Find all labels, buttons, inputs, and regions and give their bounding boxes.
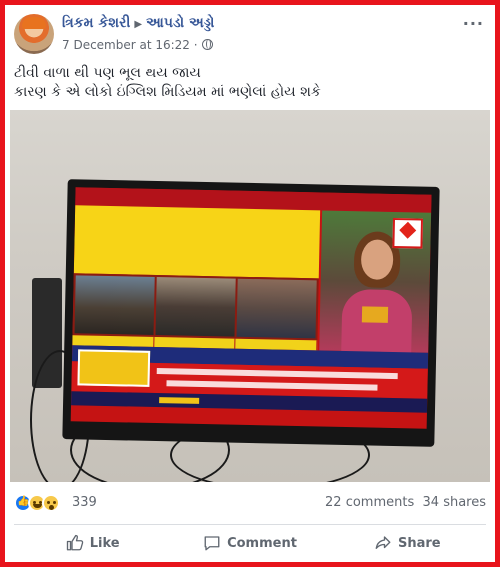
shares-count[interactable]: 34 shares	[423, 495, 486, 510]
share-button[interactable]: Share	[329, 528, 486, 558]
post-text-line-2: કારણ કે એ લોકો ઇંગ્લિશ મિડિયમ માં ભણેલાં…	[14, 84, 321, 100]
post-photo[interactable]	[10, 110, 490, 482]
author-link[interactable]: ત્રિકમ કેશરી	[62, 15, 130, 31]
thumbs-up-icon	[66, 534, 83, 551]
tv	[62, 179, 440, 447]
promo-box	[77, 349, 151, 387]
like-button[interactable]: Like	[14, 528, 171, 558]
action-bar: Like Comment Share	[14, 528, 486, 558]
arrow-right-icon: ▶	[134, 19, 143, 30]
globe-icon	[201, 39, 213, 50]
wow-reaction-icon[interactable]	[42, 494, 60, 512]
tv-headline	[73, 205, 321, 279]
engagement-counts: 22 comments 34 shares	[325, 495, 486, 510]
post-text: ટીવી વાળા થી પણ ભૂલ થય જાય કારણ કે એ લોક…	[14, 64, 321, 102]
timestamp-link[interactable]: 7 December at 16:22	[62, 38, 190, 52]
tv-thumbnails	[72, 273, 319, 341]
divider	[14, 524, 486, 525]
share-icon	[375, 536, 391, 549]
group-link[interactable]: આપડો અડ્ડો	[146, 15, 214, 31]
post-title: ત્રિકમ કેશરી ▶ આપડો અડ્ડો	[62, 15, 214, 31]
more-dots-icon[interactable]: ···	[463, 14, 484, 33]
comment-button[interactable]: Comment	[171, 528, 328, 558]
share-label: Share	[398, 535, 441, 551]
reporter-image	[319, 210, 432, 361]
channel-logo	[392, 217, 424, 249]
avatar[interactable]	[14, 14, 54, 54]
post-text-line-1: ટીવી વાળા થી પણ ભૂલ થય જાય	[14, 65, 201, 81]
tv-screen	[70, 187, 432, 429]
reaction-count[interactable]: 339	[72, 495, 97, 510]
reactions-bar: 339 22 comments 34 shares	[14, 490, 486, 516]
comment-icon	[204, 536, 220, 551]
comments-count[interactable]: 22 comments	[325, 495, 414, 510]
like-label: Like	[89, 535, 120, 551]
post-header: ત્રિકમ કેશરી ▶ આપડો અડ્ડો 7 December at 16…	[14, 12, 490, 56]
comment-label: Comment	[227, 535, 297, 551]
post-meta: 7 December at 16:22 ·	[62, 38, 213, 52]
